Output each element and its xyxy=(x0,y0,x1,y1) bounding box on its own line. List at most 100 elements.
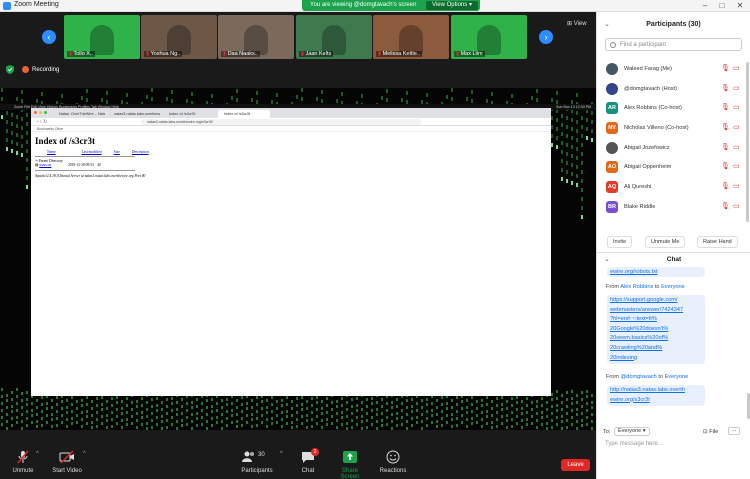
audio-options-chevron-icon[interactable]: ^ xyxy=(36,451,39,457)
browser-tab[interactable]: natas3.natas.labs.overthewire.org xyxy=(108,110,160,118)
url-field[interactable]: natas3.natas.labs.overthewire.org/s3cr3t… xyxy=(141,119,421,125)
participant-search-input[interactable]: Find a participant xyxy=(605,38,742,51)
matrix-glyph xyxy=(36,425,38,428)
matrix-glyph xyxy=(581,215,583,219)
participant-video-tile[interactable]: ▮ Jaan Kelts xyxy=(296,15,372,59)
matrix-glyph xyxy=(146,408,148,411)
column-name[interactable]: Name xyxy=(35,150,62,154)
raise-hand-button[interactable]: Raise Hand xyxy=(697,236,738,248)
matrix-glyph xyxy=(241,403,243,406)
sender-name[interactable]: @domgtavach xyxy=(621,374,657,380)
matrix-glyph xyxy=(81,418,83,421)
chat-message-link[interactable]: ewire.org/robots.txt xyxy=(607,267,705,277)
participant-row[interactable]: @domgtavach (Host) 🎙︎ ▭ xyxy=(597,80,750,100)
matrix-glyph xyxy=(591,420,593,423)
matrix-glyph xyxy=(551,419,553,422)
matrix-glyph xyxy=(121,407,123,410)
chat-button[interactable]: 2 Chat xyxy=(298,448,319,474)
browser-tab[interactable]: Natas: OverTheWire – Natas 3 xyxy=(53,110,105,118)
recording-indicator[interactable]: Recording xyxy=(22,65,59,75)
security-shield-icon[interactable] xyxy=(6,65,14,75)
participants-chevron-icon[interactable]: ^ xyxy=(280,451,283,457)
matrix-glyph xyxy=(536,98,538,102)
nav-arrows-icon[interactable]: ‹ › ↻ xyxy=(37,119,47,125)
matrix-glyph xyxy=(361,408,363,411)
matrix-glyph xyxy=(421,420,423,423)
video-options-chevron-icon[interactable]: ^ xyxy=(83,451,86,457)
matrix-glyph xyxy=(301,88,303,92)
matrix-glyph xyxy=(301,396,303,399)
recipient-select[interactable]: Everyone ▾ xyxy=(614,427,650,436)
participant-row[interactable]: BR Blake Riddle 🎙︎ ▭ xyxy=(597,198,750,218)
unmute-button[interactable]: Unmute xyxy=(10,450,36,474)
file-button[interactable]: ⊡ File xyxy=(703,429,718,435)
participant-row[interactable]: AQ Ali Qureshi 🎙︎ ▭ xyxy=(597,178,750,198)
collapse-chevron-icon[interactable]: ⌄ xyxy=(604,12,610,38)
maximize-button[interactable]: □ xyxy=(714,0,730,12)
invite-button[interactable]: Invite xyxy=(607,236,633,248)
start-video-button[interactable]: Start Video xyxy=(52,450,82,474)
browser-tab[interactable]: Index of /s3cr3t xyxy=(163,110,215,118)
column-last-modified[interactable]: Last modified xyxy=(62,150,108,154)
minimize-button[interactable]: – xyxy=(697,0,713,12)
view-options-button[interactable]: View Options ▾ xyxy=(426,1,478,10)
matrix-glyph xyxy=(401,402,403,405)
gallery-prev-button[interactable]: ‹ xyxy=(42,30,56,44)
share-screen-button[interactable]: Share Screen xyxy=(332,450,368,479)
matrix-glyph xyxy=(86,403,88,406)
leave-button[interactable]: Leave xyxy=(561,459,590,471)
more-options-button[interactable]: ··· xyxy=(728,427,740,435)
participant-row[interactable]: Waleed Farag (Me) 🎙︎ ▭ xyxy=(597,60,750,80)
participant-list-scrollbar[interactable] xyxy=(746,62,749,222)
matrix-glyph xyxy=(146,401,148,404)
chat-collapse-chevron-icon[interactable]: ⌄ xyxy=(604,253,610,267)
avatar: AR xyxy=(606,102,618,115)
matrix-glyph xyxy=(251,98,253,102)
participant-row[interactable]: AO Abigail Oppenheim 🎙︎ ▭ xyxy=(597,158,750,178)
participants-button[interactable]: 30 Participants xyxy=(240,450,274,474)
matrix-glyph xyxy=(76,407,78,410)
chat-link-line: https://support.google.com/ xyxy=(610,297,678,303)
view-button[interactable]: ⊞ View xyxy=(567,20,587,27)
matrix-glyph xyxy=(426,398,428,401)
chat-message-link[interactable]: https://support.google.com/webmasters/an… xyxy=(607,295,705,365)
matrix-glyph xyxy=(591,120,593,124)
matrix-glyph xyxy=(11,149,13,153)
participant-row[interactable]: NV Nicholas Villeno (Co-host) 🎙︎ ▭ xyxy=(597,119,750,139)
participant-video-tile[interactable]: ▮ Melissa Kettle.. xyxy=(373,15,449,59)
participant-video-tile[interactable]: ▮ Yoshua Ng.. xyxy=(141,15,217,59)
file-link[interactable]: users.txt xyxy=(39,163,51,167)
browser-tab-active[interactable]: Index of /s3cr3t xyxy=(218,110,270,118)
matrix-glyph xyxy=(326,423,328,426)
column-size[interactable]: Size xyxy=(108,150,126,154)
participant-video-tile[interactable]: ▮ Tollo X.. xyxy=(64,15,140,59)
matrix-glyph xyxy=(26,167,28,171)
matrix-glyph xyxy=(316,422,318,425)
matrix-glyph xyxy=(431,409,433,412)
matrix-glyph xyxy=(91,426,93,429)
reactions-button[interactable]: Reactions xyxy=(378,450,408,474)
chat-message-link[interactable]: http://natas3.natas.labs.overth ewire.org… xyxy=(607,385,705,407)
gallery-next-button[interactable]: › xyxy=(539,30,553,44)
recipient-name[interactable]: Everyone xyxy=(665,374,689,380)
column-description[interactable]: Description xyxy=(126,150,155,154)
participant-video-tile[interactable]: ▮ Daa Naaks.. xyxy=(218,15,294,59)
matrix-glyph xyxy=(311,425,313,428)
participant-video-tile[interactable]: ▮ Max Lilm xyxy=(451,15,527,59)
matrix-glyph xyxy=(116,408,118,411)
matrix-glyph xyxy=(416,421,418,424)
participant-row[interactable]: AR Alex Robbins (Co-host) 🎙︎ ▭ xyxy=(597,99,750,119)
matrix-glyph xyxy=(91,407,93,410)
participant-row[interactable]: Abigail Jozefowicz 🎙︎ ▭ xyxy=(597,139,750,159)
matrix-glyph xyxy=(326,411,328,414)
sender-name[interactable]: Alex Robbins xyxy=(620,284,653,290)
unmute-me-button[interactable]: Unmute Me xyxy=(645,236,686,248)
matrix-glyph xyxy=(411,424,413,427)
close-button[interactable]: ✕ xyxy=(732,0,748,12)
recipient-name[interactable]: Everyone xyxy=(661,284,685,290)
matrix-glyph xyxy=(471,99,473,103)
chat-message-input[interactable]: Type message here... xyxy=(605,441,663,447)
matrix-glyph xyxy=(561,177,563,181)
video-off-icon: ▭ xyxy=(733,124,740,132)
matrix-glyph xyxy=(211,405,213,408)
